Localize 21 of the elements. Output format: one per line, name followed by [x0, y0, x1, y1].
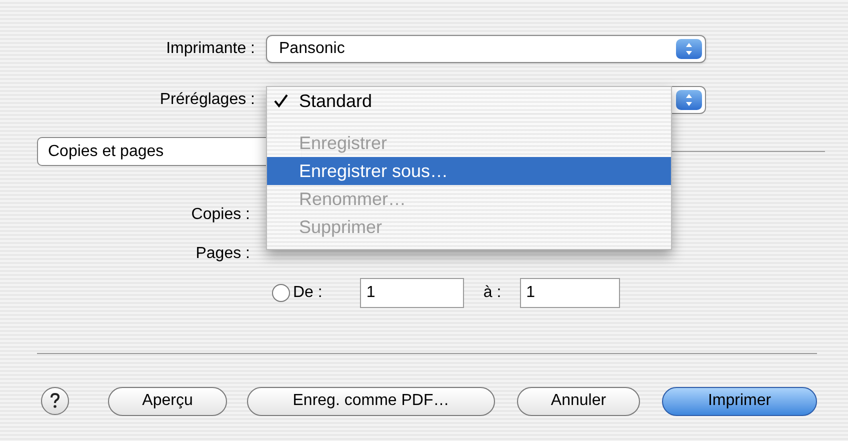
- from-label: De :: [293, 283, 322, 303]
- copies-label: Copies :: [190, 205, 250, 225]
- from-field[interactable]: 1: [360, 278, 464, 308]
- menu-item[interactable]: Standard: [267, 87, 671, 115]
- checkmark-icon: [274, 94, 288, 108]
- help-button[interactable]: [41, 387, 69, 415]
- radio-button[interactable]: [272, 284, 290, 302]
- menu-item[interactable]: Enregistrer sous…: [267, 157, 671, 185]
- question-mark-icon: [50, 393, 60, 409]
- printer-popup[interactable]: Pansonic: [266, 35, 706, 63]
- dialog-button[interactable]: Enreg. comme PDF…: [247, 386, 495, 416]
- dialog-button[interactable]: Annuler: [517, 386, 640, 416]
- to-label: à :: [483, 283, 502, 303]
- stepper-icon: [676, 39, 702, 59]
- stepper-icon: [676, 90, 702, 110]
- default-button[interactable]: Imprimer: [662, 386, 817, 416]
- printer-label: Imprimante :: [165, 39, 255, 59]
- to-field[interactable]: 1: [520, 278, 620, 308]
- pages-label: Pages :: [194, 244, 250, 264]
- dialog-button[interactable]: Aperçu: [108, 386, 227, 416]
- presets-label: Préréglages :: [158, 90, 255, 110]
